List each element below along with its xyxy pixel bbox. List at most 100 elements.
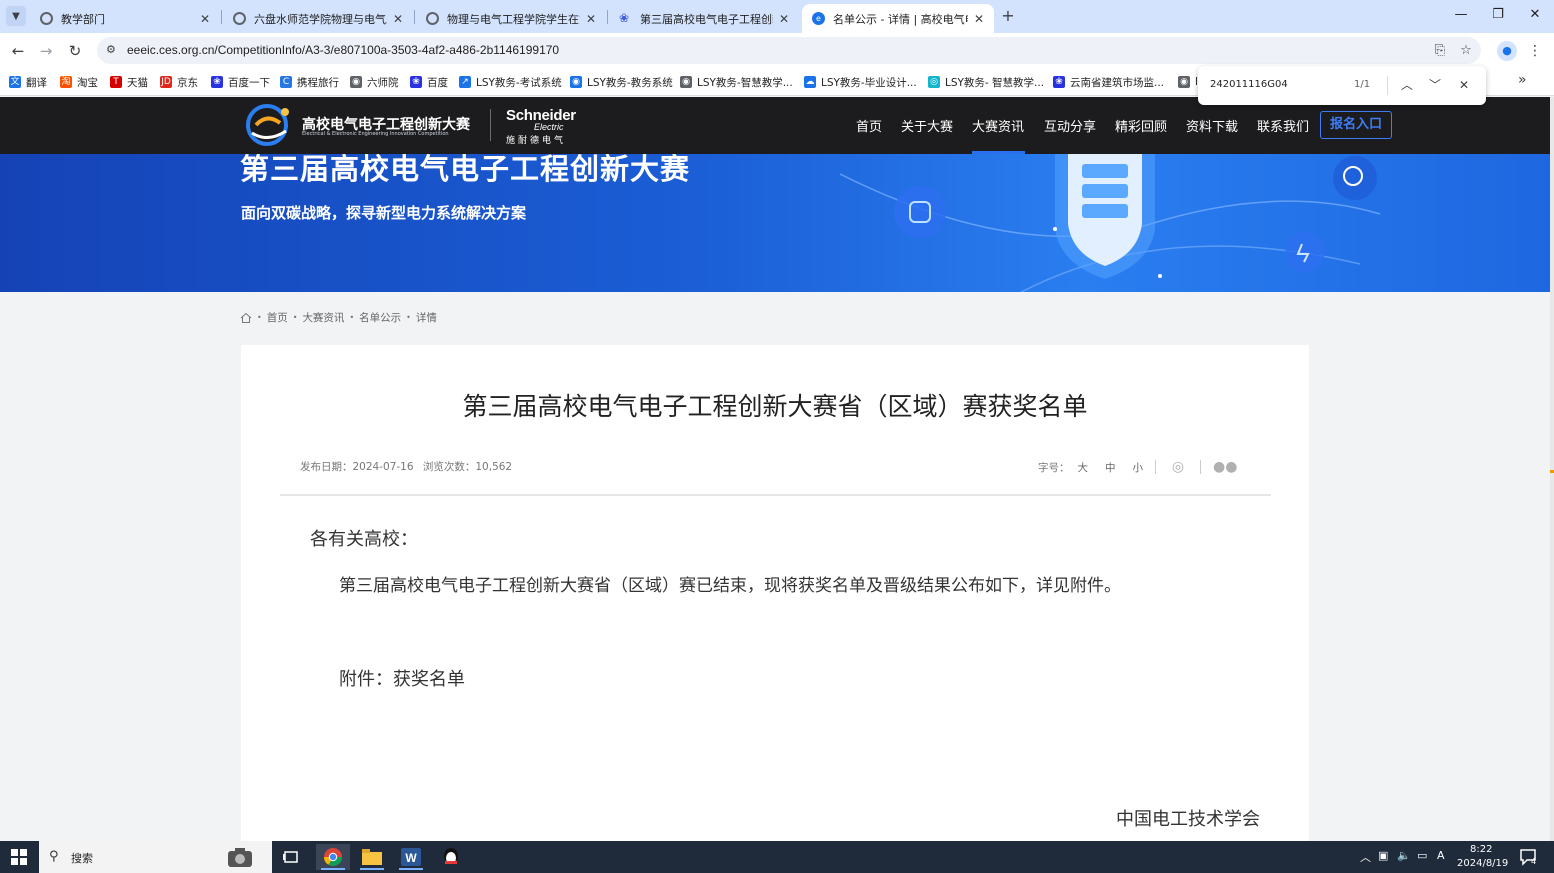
tab-title: 六盘水师范学院物理与电气工程 [254,12,387,26]
back-button[interactable]: ← [7,40,29,62]
nav-home[interactable]: 首页 [856,116,882,135]
qq-icon[interactable] [434,844,468,870]
banner-title: 第三届高校电气电子工程创新大赛 [240,154,691,186]
browser-menu-icon[interactable]: ⋮ [1528,41,1542,61]
breadcrumb: • 首页 • 大赛资讯 • 名单公示 • 详情 [240,310,437,325]
tab-separator [221,10,222,24]
font-size-large[interactable]: 大 [1078,460,1089,475]
page-find-icon[interactable]: ⎘ [1431,42,1449,60]
nav-about[interactable]: 关于大赛 [901,116,953,135]
tab-4-active[interactable]: e 名单公示 - 详情 | 高校电气电子 ✕ [802,4,994,33]
tab-close-icon[interactable]: ✕ [586,12,596,26]
nav-download[interactable]: 资料下载 [1186,116,1238,135]
forward-button[interactable]: → [35,40,57,62]
font-size-small[interactable]: 小 [1133,460,1144,475]
cloud-icon: ☁ [804,76,816,88]
nav-contact[interactable]: 联系我们 [1257,116,1309,135]
baidu-paw-icon: ❀ [410,76,422,88]
tab-0[interactable]: 教学部门 ✕ [30,4,220,33]
network-icon[interactable]: ▭ [1417,849,1427,862]
task-view-icon[interactable] [274,844,308,870]
url-text[interactable]: eeeic.ces.org.cn/CompetitionInfo/A3-3/e8… [127,43,559,57]
baidu-paw-icon: ❀ [619,11,630,25]
bookmark-item[interactable]: ❀ 百度一下 [211,74,270,90]
taobao-icon: 淘 [60,76,72,88]
restore-button[interactable]: ❐ [1483,5,1513,25]
file-explorer-icon[interactable] [355,844,389,870]
tab-close-icon[interactable]: ✕ [393,12,403,26]
bookmark-item[interactable]: ◉ LSY教务-智慧教学... [680,74,793,90]
breadcrumb-list[interactable]: 名单公示 [359,310,401,325]
new-tab-button[interactable]: + [998,6,1018,26]
bookmark-item[interactable]: ❀ 百度 [410,74,448,90]
word-icon[interactable]: W [394,844,428,870]
tab-2[interactable]: 物理与电气工程学院学生在第七 ✕ [416,4,606,33]
bookmark-star-icon[interactable]: ☆ [1457,42,1475,60]
competition-logo-icon[interactable] [242,103,296,147]
find-previous-icon[interactable]: ︿ [1398,76,1416,94]
font-size-controls: 字号： 大 中 小 ◎ ●● [1038,459,1237,475]
nav-news[interactable]: 大赛资讯 [972,116,1024,135]
signup-button[interactable]: 报名入口 [1320,111,1392,139]
tray-app-icon[interactable]: ▣ [1378,849,1388,862]
active-app-indicator [321,868,345,870]
wechat-share-icon[interactable]: ●● [1213,459,1237,475]
tab-close-icon[interactable]: ✕ [200,12,210,26]
address-bar[interactable]: ⚙ eeeic.ces.org.cn/CompetitionInfo/A3-3/… [97,37,1481,64]
page-scrollbar[interactable] [1550,97,1554,841]
bookmark-item[interactable]: ◉ l [1178,74,1198,90]
breadcrumb-home[interactable]: 首页 [267,310,288,325]
bookmark-item[interactable]: ↗ LSY教务-考试系统 [459,74,562,90]
minimize-button[interactable]: — [1446,5,1476,25]
bookmark-item[interactable]: ◉ 六师院 [350,74,399,90]
bookmark-label: LSY教务- 智慧教学... [945,76,1045,89]
nav-interact[interactable]: 互动分享 [1044,116,1096,135]
breadcrumb-news[interactable]: 大赛资讯 [302,310,344,325]
bookmark-item[interactable]: 文翻译 [9,74,47,90]
camera-icon [228,848,252,867]
bookmark-label: LSY教务-毕业设计... [821,76,917,89]
nav-review[interactable]: 精彩回顾 [1115,116,1167,135]
view-count: 浏览次数：10,562 [422,461,513,473]
site-info-icon[interactable]: ⚙ [106,43,120,57]
find-close-icon[interactable]: ✕ [1455,76,1473,94]
bookmark-item[interactable]: ◎ LSY教务- 智慧教学... [928,74,1044,90]
ime-indicator[interactable]: A [1437,849,1445,862]
volume-icon[interactable]: 🔈 [1397,849,1411,862]
bookmark-item[interactable]: ☁ LSY教务-毕业设计... [804,74,917,90]
bookmark-item[interactable]: ◉ LSY教务-教务系统 [570,74,673,90]
globe-blue-icon: ◉ [570,76,582,88]
logo-subtitle: Electrical & Electronic Engineering Inno… [302,131,449,137]
tab-close-icon[interactable]: ✕ [779,12,789,26]
taskbar-search[interactable]: ⚲ 搜索 [39,841,272,873]
start-button[interactable] [0,841,38,873]
attachment-link[interactable]: 附件：获奖名单 [339,665,465,691]
bookmark-item[interactable]: T 天猫 [110,74,148,90]
bookmark-label: 天猫 [127,76,148,89]
bookmarks-overflow-icon[interactable]: » [1518,72,1527,88]
reload-button[interactable]: ↻ [64,40,86,62]
logo-divider [490,109,491,141]
bookmark-item[interactable]: 淘淘宝 [60,74,98,90]
clock-date[interactable]: 2024/8/19 [1457,858,1508,869]
find-next-icon[interactable]: ﹀ [1426,76,1444,94]
find-separator [1387,76,1388,95]
tab-search-button[interactable]: ▼ [6,6,26,26]
home-icon[interactable] [240,312,252,324]
close-window-button[interactable]: ✕ [1520,5,1550,25]
chrome-icon[interactable] [316,844,350,870]
tab-1[interactable]: 六盘水师范学院物理与电气工程 ✕ [223,4,413,33]
partner-logo-sub: Electric [534,122,564,132]
bookmark-item[interactable]: JD 京东 [160,74,198,90]
bookmark-item[interactable]: ❀ 云南省建筑市场监... [1053,74,1164,90]
clock-time[interactable]: 8:22 [1470,844,1492,855]
bookmark-item[interactable]: C 携程旅行 [280,74,339,90]
tray-overflow-icon[interactable]: ︿ [1360,849,1371,865]
find-input[interactable]: 242011116G04 [1210,79,1288,90]
weibo-share-icon[interactable]: ◎ [1168,459,1188,475]
find-match-count: 1/1 [1354,79,1371,90]
profile-avatar[interactable]: ● [1497,41,1517,61]
tab-3[interactable]: ❀ 第三届高校电气电子工程创新大 ✕ [609,4,799,33]
font-size-medium[interactable]: 中 [1105,460,1116,475]
tab-close-icon[interactable]: ✕ [974,12,984,26]
